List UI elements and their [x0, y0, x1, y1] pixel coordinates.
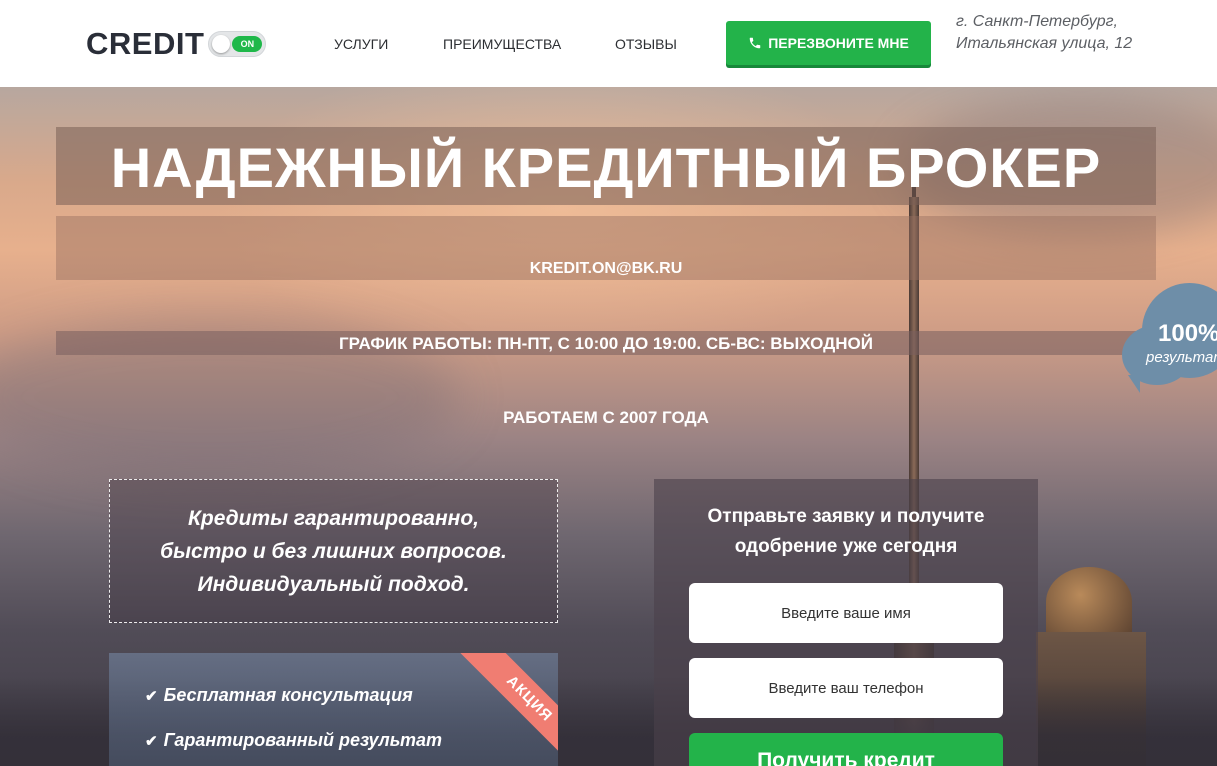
check-icon: ✔ — [145, 732, 158, 750]
phone-input[interactable] — [689, 658, 1003, 718]
check-icon: ✔ — [145, 687, 158, 705]
name-input[interactable] — [689, 583, 1003, 643]
promo-line: быстро и без лишних вопросов. — [160, 540, 507, 563]
promo-line: Индивидуальный подход. — [197, 573, 470, 596]
address-street: Итальянская улица, 12 — [956, 35, 1133, 52]
badge-value: 100% — [1158, 320, 1217, 347]
form-title: Отправьте заявку и получите — [707, 506, 985, 527]
hero-section: НАДЕЖНЫЙ КРЕДИТНЫЙ БРОКЕР KREDIT.ON@BK.R… — [0, 87, 1217, 766]
address-city: г. Санкт-Петербург, — [956, 13, 1118, 30]
form-title: одобрение уже сегодня — [734, 536, 958, 557]
phone-icon — [749, 37, 761, 49]
toggle-label: ON — [232, 36, 263, 52]
work-schedule: ГРАФИК РАБОТЫ: ПН-ПТ, С 10:00 ДО 19:00. … — [339, 334, 873, 353]
since-text: РАБОТАЕМ С 2007 ГОДА — [503, 408, 709, 427]
toggle-icon: ON — [208, 31, 267, 57]
badge-label: результат — [1146, 349, 1217, 366]
feature-label: Бесплатная консультация — [163, 685, 413, 705]
submit-button[interactable]: Получить кредит — [689, 733, 1003, 766]
background-dome — [1046, 567, 1132, 637]
promo-line: Кредиты гарантированно, — [188, 507, 479, 530]
feature-item: ✔ Гарантированный результат — [145, 730, 442, 751]
logo-text: CREDIT — [86, 26, 205, 61]
features-card: ✔ Бесплатная консультация ✔ Гарантирован… — [109, 653, 558, 766]
address: г. Санкт-Петербург, Итальянская улица, 1… — [956, 11, 1132, 55]
promo-ribbon: АКЦИЯ — [446, 653, 558, 766]
site-header: CREDIT ON УСЛУГИ ПРЕИМУЩЕСТВА ОТЗЫВЫ ПЕР… — [0, 0, 1217, 87]
page-title: НАДЕЖНЫЙ КРЕДИТНЫЙ БРОКЕР — [110, 136, 1102, 199]
contact-email[interactable]: KREDIT.ON@BK.RU — [56, 260, 1156, 278]
toggle-knob — [212, 35, 231, 53]
callback-button[interactable]: ПЕРЕЗВОНИТЕ МНЕ — [726, 21, 931, 65]
nav-item-reviews[interactable]: ОТЗЫВЫ — [615, 36, 677, 52]
callback-button-label: ПЕРЕЗВОНИТЕ МНЕ — [768, 35, 909, 51]
feature-item: ✔ Бесплатная консультация — [145, 685, 413, 706]
nav-item-services[interactable]: УСЛУГИ — [334, 36, 388, 52]
badge-tail — [1128, 375, 1140, 393]
nav-item-advantages[interactable]: ПРЕИМУЩЕСТВА — [443, 36, 561, 52]
logo[interactable]: CREDIT ON — [86, 26, 267, 62]
feature-label: Гарантированный результат — [163, 730, 442, 750]
